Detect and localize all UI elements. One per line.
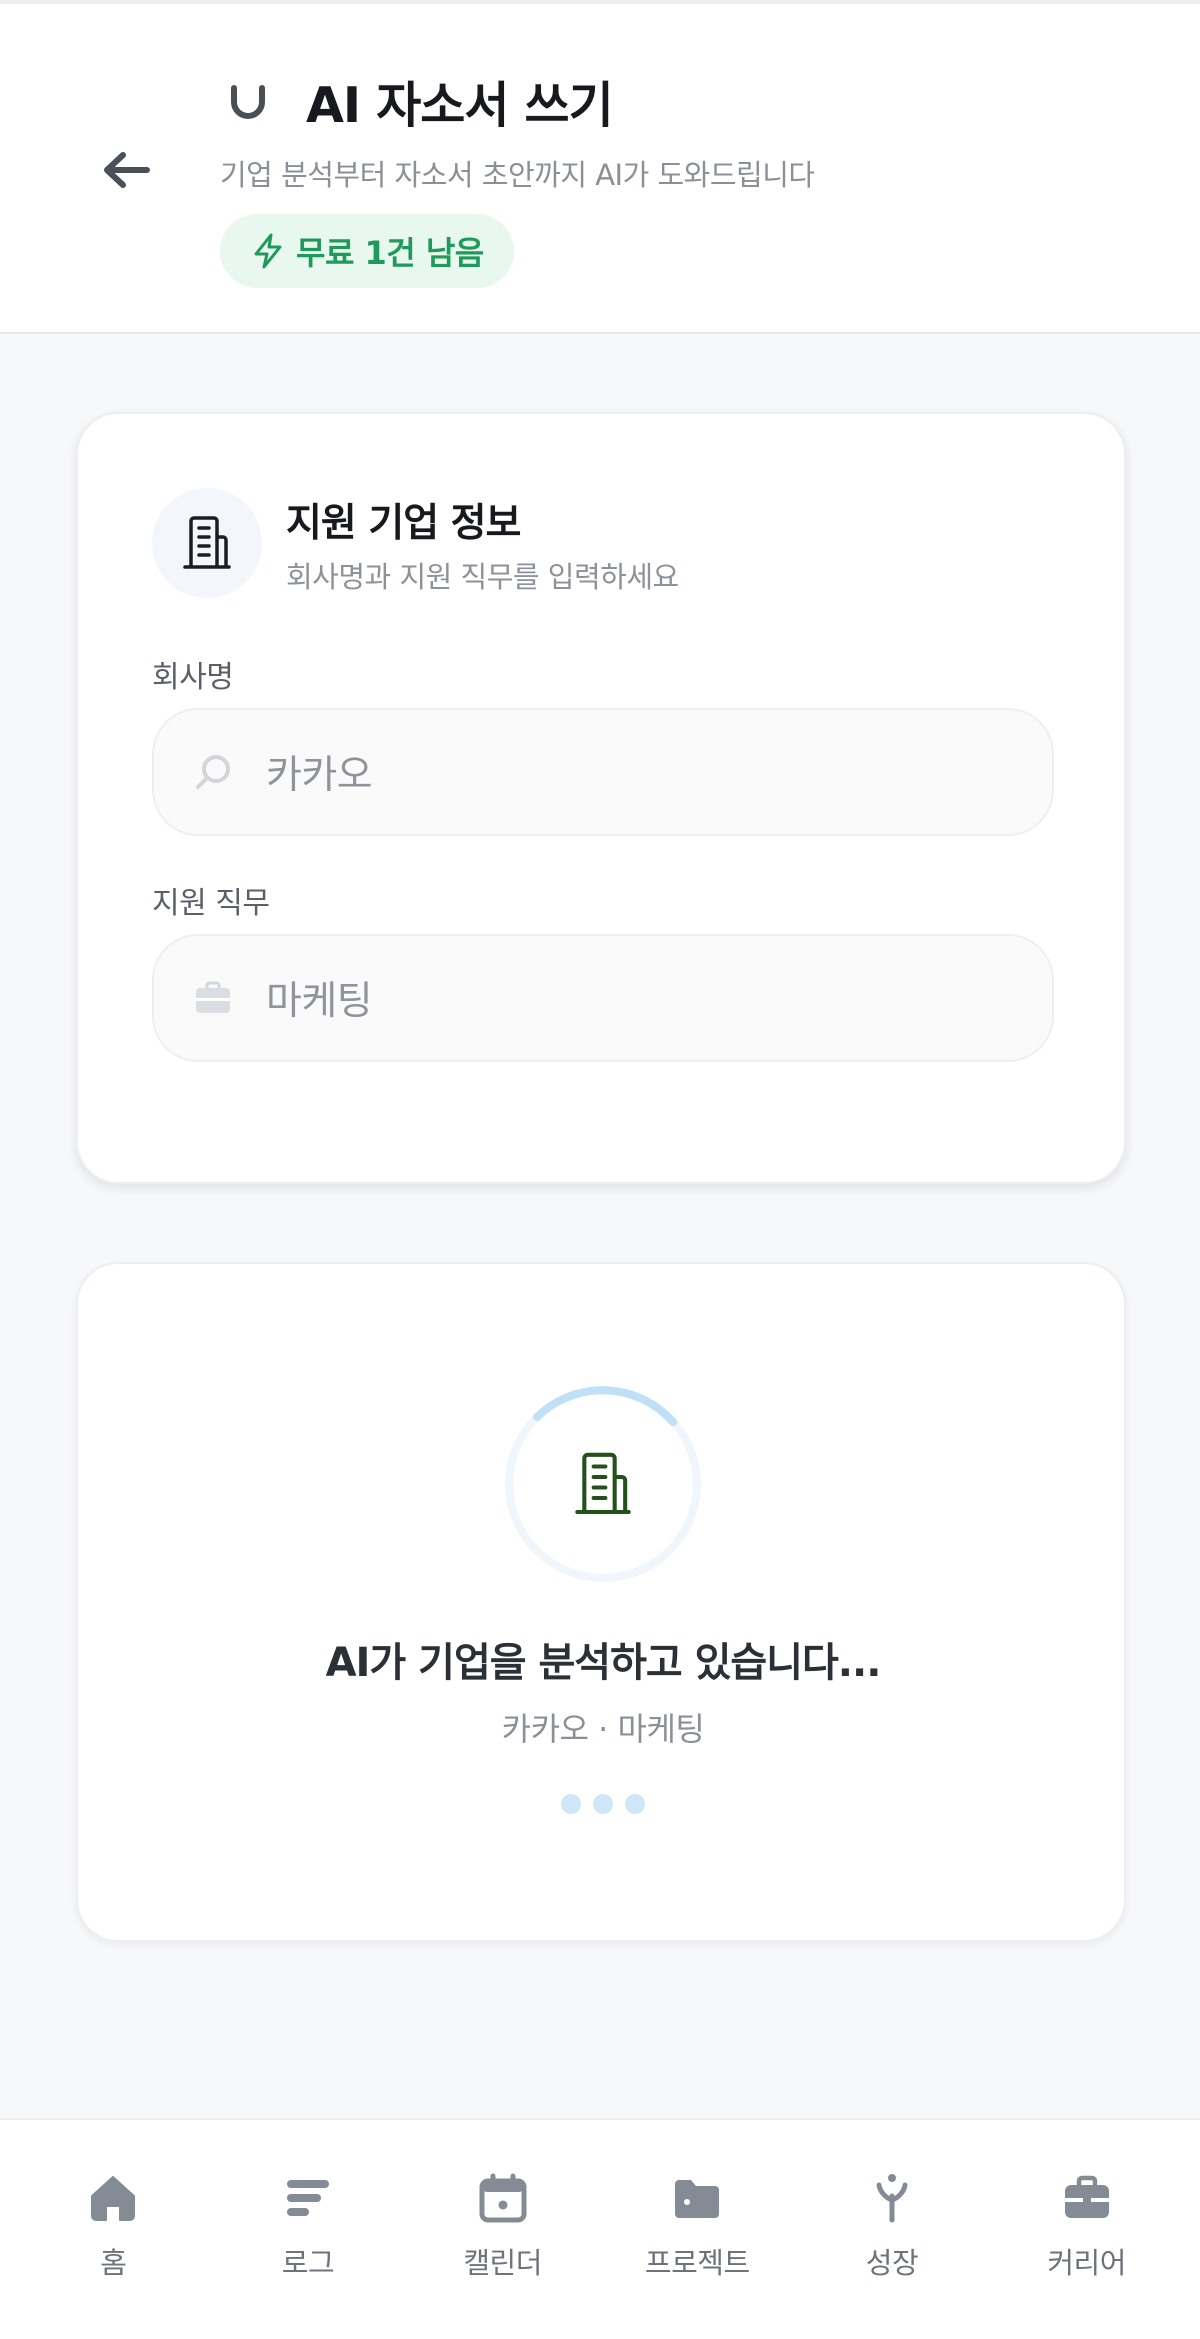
magnet-icon — [226, 80, 270, 124]
nav-item-career[interactable]: 커리어 — [1007, 2170, 1167, 2339]
calendar-icon — [475, 2170, 531, 2226]
company-name-field[interactable] — [152, 708, 1054, 836]
section-title: 지원 기업 정보 — [286, 501, 521, 546]
loading-dots — [78, 1794, 1128, 1814]
search-icon — [190, 749, 236, 795]
nav-item-calendar[interactable]: 캘린더 — [423, 2170, 583, 2339]
briefcase-icon — [190, 975, 236, 1021]
nav-item-log[interactable]: 로그 — [228, 2170, 388, 2339]
section-icon-wrap — [152, 488, 262, 598]
nav-item-growth[interactable]: 성장 — [812, 2170, 972, 2339]
lightning-icon — [254, 233, 282, 269]
page-subtitle: 기업 분석부터 자소서 초안까지 AI가 도와드립니다 — [220, 158, 815, 192]
log-icon — [280, 2170, 336, 2226]
nav-label: 캘린더 — [463, 2246, 542, 2280]
page-header: AI 자소서 쓰기 기업 분석부터 자소서 초안까지 AI가 도와드립니다 무료… — [0, 0, 1200, 334]
analysis-status-subtitle: 카카오 · 마케팅 — [501, 1710, 705, 1748]
company-name-input[interactable] — [266, 749, 1026, 795]
company-info-card: 지원 기업 정보 회사명과 지원 직무를 입력하세요 회사명 지원 직무 — [76, 412, 1126, 1184]
back-button[interactable] — [96, 140, 156, 200]
nav-item-home[interactable]: 홈 — [33, 2170, 193, 2339]
title-row: AI 자소서 쓰기 — [226, 66, 614, 137]
nav-label: 성장 — [865, 2246, 919, 2280]
loading-dot — [561, 1794, 581, 1814]
analysis-status-card: AI가 기업을 분석하고 있습니다... 카카오 · 마케팅 — [76, 1262, 1126, 1942]
page-title: AI 자소서 쓰기 — [306, 77, 614, 134]
briefcase-icon — [1059, 2170, 1115, 2226]
loading-spinner — [503, 1384, 703, 1584]
section-subtitle: 회사명과 지원 직무를 입력하세요 — [286, 560, 679, 594]
sprout-icon — [864, 2170, 920, 2226]
company-name-label: 회사명 — [152, 660, 234, 695]
loading-dot — [593, 1794, 613, 1814]
free-quota-text: 무료 1건 남음 — [296, 234, 484, 272]
free-quota-badge: 무료 1건 남음 — [220, 214, 514, 288]
job-input[interactable] — [266, 975, 1026, 1021]
loading-dot — [625, 1794, 645, 1814]
home-icon — [85, 2170, 141, 2226]
bottom-nav: 홈 로그 캘린더 프로젝트 성장 커리어 — [0, 2118, 1200, 2339]
analysis-status-title: AI가 기업을 분석하고 있습니다... — [325, 1640, 882, 1686]
nav-label: 커리어 — [1047, 2246, 1126, 2280]
building-icon — [183, 516, 231, 569]
nav-label: 홈 — [100, 2246, 127, 2280]
job-field[interactable] — [152, 934, 1054, 1062]
nav-label: 로그 — [281, 2246, 335, 2280]
arrow-left-icon — [104, 152, 150, 188]
nav-label: 프로젝트 — [644, 2246, 750, 2280]
folder-icon — [669, 2170, 725, 2226]
nav-item-project[interactable]: 프로젝트 — [617, 2170, 777, 2339]
job-label: 지원 직무 — [152, 886, 270, 921]
